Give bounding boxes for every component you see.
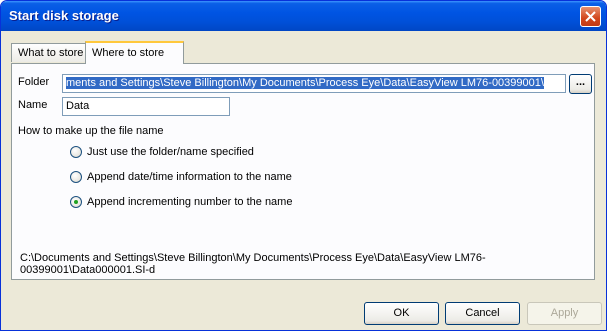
name-label: Name	[18, 99, 48, 111]
filename-heading: How to make up the file name	[18, 125, 164, 137]
ok-button[interactable]: OK	[364, 302, 439, 325]
window-title: Start disk storage	[9, 8, 119, 23]
option-label: Append incrementing number to the name	[87, 196, 293, 208]
folder-field[interactable]: ments and Settings\Steve Billington\My D…	[62, 74, 566, 93]
cancel-label: Cancel	[465, 307, 500, 319]
ok-label: OK	[393, 307, 410, 319]
title-bar[interactable]: Start disk storage	[1, 1, 606, 31]
folder-value: ments and Settings\Steve Billington\My D…	[66, 77, 544, 89]
name-field[interactable]: Data	[62, 97, 230, 116]
cancel-button[interactable]: Cancel	[445, 302, 520, 325]
browse-label: ...	[575, 76, 586, 88]
close-button[interactable]	[580, 6, 601, 27]
tab-label: What to store	[18, 47, 84, 59]
apply-label: Apply	[550, 307, 579, 319]
close-icon	[585, 11, 596, 22]
radio-button[interactable]	[70, 171, 82, 183]
browse-button[interactable]: ...	[569, 74, 592, 94]
dialog-window: Start disk storage What to store Where t…	[0, 0, 607, 331]
radio-button[interactable]	[70, 146, 82, 158]
option-label: Just use the folder/name specified	[87, 146, 254, 158]
apply-button: Apply	[527, 302, 602, 325]
radio-dot-icon	[74, 200, 78, 204]
option-label: Append date/time information to the name	[87, 171, 292, 183]
radio-button-checked[interactable]	[70, 196, 82, 208]
name-value: Data	[66, 100, 90, 112]
tab-panel: Folder ments and Settings\Steve Billingt…	[11, 63, 595, 280]
resulting-file-path: C:\Documents and Settings\Steve Billingt…	[20, 252, 486, 276]
tab-what-to-store[interactable]: What to store	[11, 43, 86, 62]
tab-label: Where to store	[92, 47, 165, 59]
tab-where-to-store[interactable]: Where to store	[85, 41, 184, 64]
folder-label: Folder	[18, 76, 50, 88]
